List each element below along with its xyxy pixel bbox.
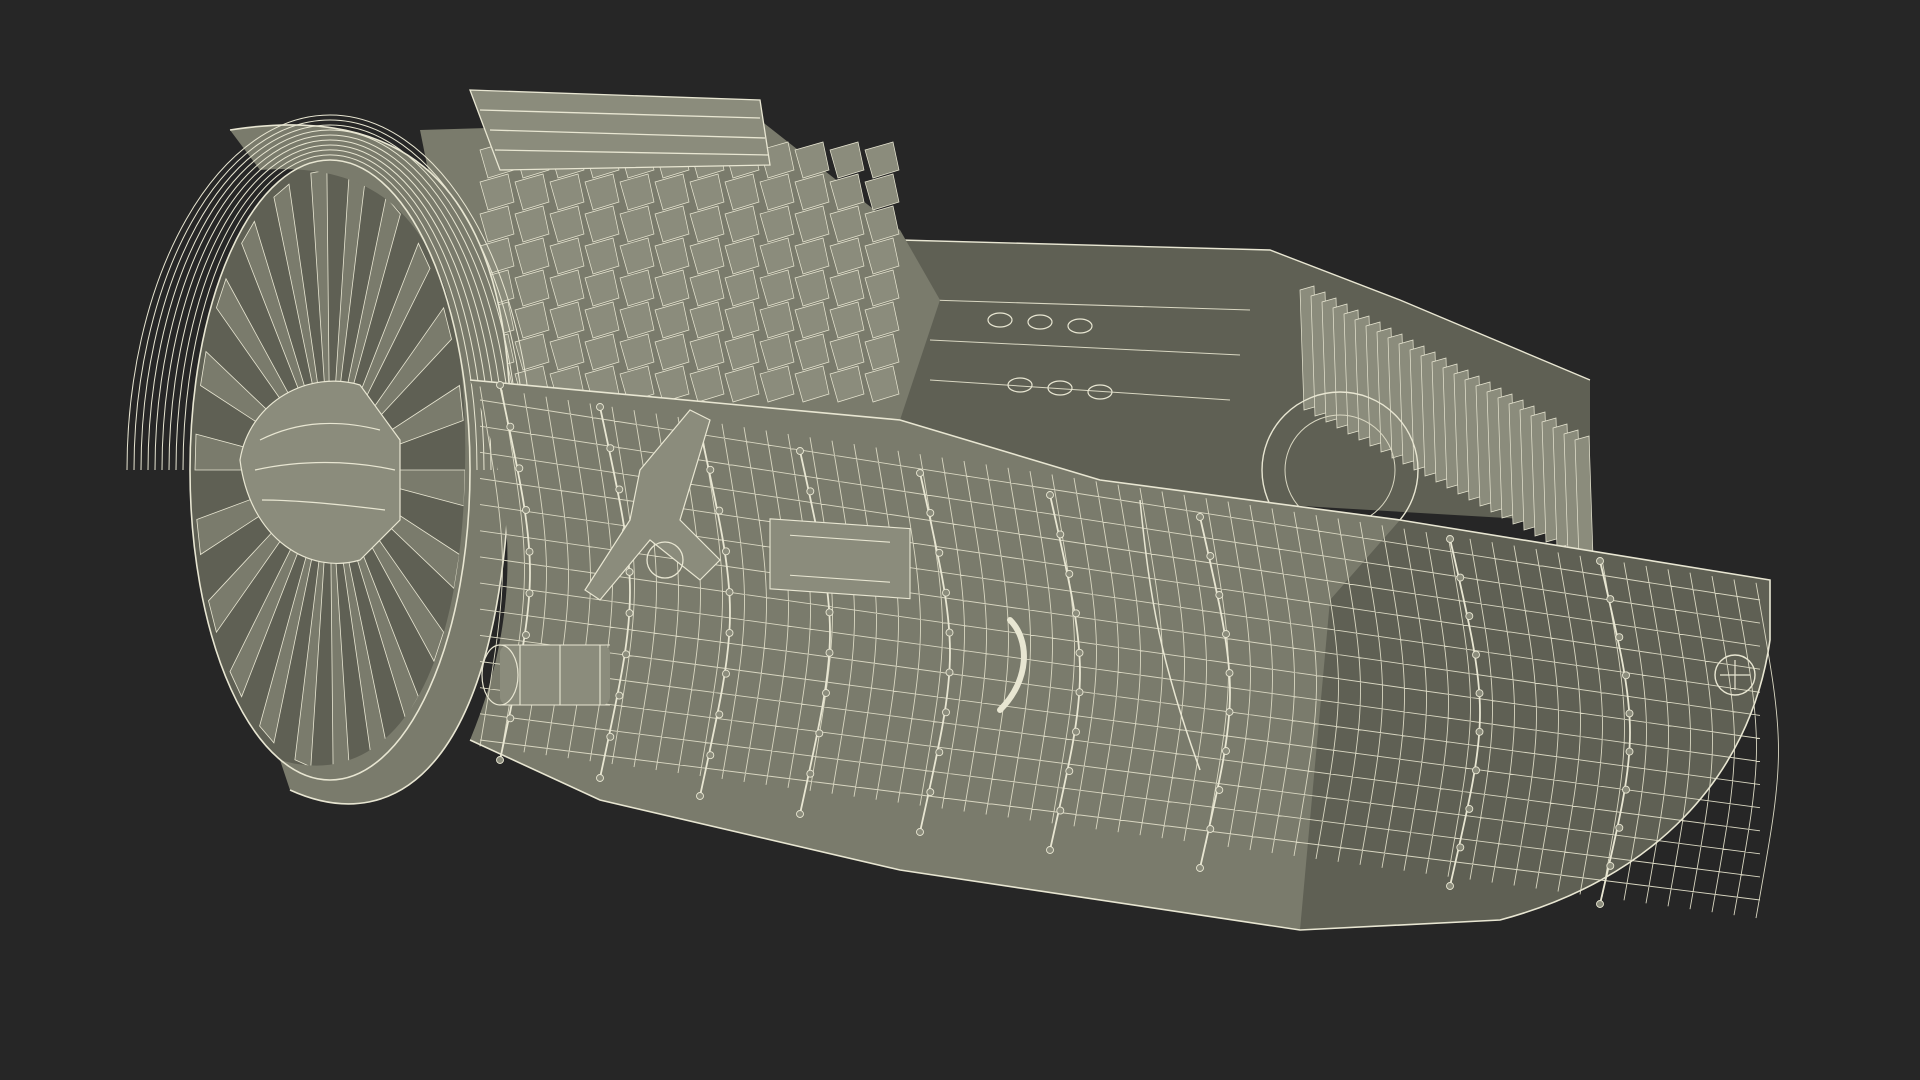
bolt <box>525 547 534 556</box>
bolt <box>1625 747 1634 756</box>
bolt <box>515 464 524 473</box>
bolt <box>1472 650 1480 659</box>
bolt <box>1072 727 1080 736</box>
bolt <box>945 628 954 637</box>
bolt <box>1475 689 1484 698</box>
bolt <box>942 708 950 717</box>
bolt <box>926 508 935 517</box>
bolt <box>815 729 824 738</box>
bolt <box>806 769 815 778</box>
bolt <box>1046 491 1054 499</box>
bolt <box>522 506 530 514</box>
bolt <box>1475 727 1484 736</box>
bolt <box>615 485 624 494</box>
bolt <box>1625 709 1634 718</box>
bolt <box>1065 569 1074 578</box>
bolt <box>1472 766 1480 775</box>
bolt <box>942 588 950 597</box>
bolt <box>1206 825 1215 833</box>
bolt <box>596 774 604 782</box>
bolt <box>1606 595 1615 604</box>
bolt <box>1596 900 1604 908</box>
bolt <box>1215 786 1224 794</box>
bolt <box>496 756 504 764</box>
bolt <box>1465 612 1474 621</box>
bolt <box>696 792 704 800</box>
compressor-blade <box>829 141 865 179</box>
bolt <box>625 609 634 618</box>
bolt <box>496 381 504 389</box>
bolt <box>1056 530 1065 539</box>
bolt <box>1465 804 1474 813</box>
bolt <box>1446 535 1454 543</box>
bolt <box>715 710 724 719</box>
bolt <box>935 548 944 557</box>
bolt <box>1225 708 1234 716</box>
bolt <box>622 650 630 659</box>
bolt <box>822 689 830 697</box>
top-accessory-housing <box>470 90 770 170</box>
bolt <box>1072 609 1080 618</box>
bolt <box>935 748 944 757</box>
bolt <box>522 631 530 639</box>
bolt <box>506 422 515 431</box>
bolt <box>722 669 730 678</box>
compressor-blade <box>864 173 900 211</box>
bolt <box>1615 633 1624 642</box>
bolt <box>1196 513 1204 521</box>
bolt <box>506 714 515 723</box>
bolt <box>796 447 804 455</box>
bolt <box>1615 823 1624 832</box>
bolt <box>1222 747 1230 755</box>
bolt <box>825 608 834 617</box>
bolt <box>916 828 924 836</box>
bolt <box>725 588 734 597</box>
bolt <box>706 751 715 760</box>
bolt <box>916 469 924 477</box>
bolt <box>1446 882 1454 890</box>
bolt <box>796 810 804 818</box>
bolt <box>926 788 935 797</box>
bolt <box>606 732 615 741</box>
bolt <box>1222 630 1230 638</box>
render-viewport <box>0 0 1920 1080</box>
bolt <box>1215 591 1224 599</box>
access-panel <box>770 518 910 599</box>
bolt <box>615 691 624 700</box>
bolt <box>1622 671 1630 680</box>
bolt <box>1075 648 1084 657</box>
bolt <box>1456 843 1465 852</box>
bolt <box>1075 688 1084 697</box>
bolt <box>945 668 954 677</box>
bolt <box>596 403 604 411</box>
bolt <box>1622 785 1630 794</box>
bolt <box>606 444 615 453</box>
bolt <box>725 628 734 637</box>
bolt <box>1206 552 1215 560</box>
compressor-blade <box>864 141 900 179</box>
bolt <box>1056 806 1065 815</box>
bolt <box>1196 864 1204 872</box>
bolt <box>1065 767 1074 776</box>
bolt <box>625 567 634 576</box>
bolt <box>825 648 834 657</box>
bolt <box>1596 557 1604 565</box>
bolt <box>525 589 534 598</box>
bolt <box>1456 573 1465 582</box>
bolt <box>1046 846 1054 854</box>
engine-wireframe-render <box>126 89 1779 931</box>
bolt <box>1606 861 1615 870</box>
bolt <box>806 487 815 496</box>
bolt <box>1225 669 1234 677</box>
bolt <box>715 506 724 515</box>
bolt <box>706 465 715 474</box>
bolt <box>722 547 730 556</box>
